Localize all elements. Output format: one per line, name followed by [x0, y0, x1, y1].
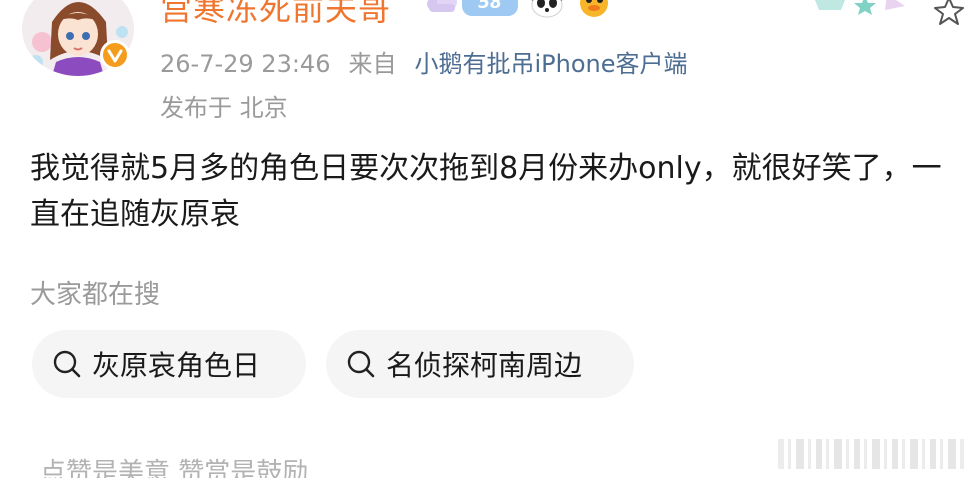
source-prefix: 来自	[348, 50, 397, 78]
duck-badge-icon	[575, 0, 613, 22]
username[interactable]: 宫寒冻死前夫哥	[160, 0, 391, 30]
post-datetime: 26-7-29 23:46	[160, 50, 331, 78]
trending-search-title: 大家都在搜	[30, 280, 161, 310]
search-pill-label: 灰原哀角色日	[92, 349, 261, 382]
verified-v-icon	[100, 40, 130, 70]
decoration-stars-icon	[815, 0, 915, 20]
post-location: 发布于 北京	[160, 94, 288, 122]
search-pill-label: 名侦探柯南周边	[386, 349, 583, 382]
search-pill-1[interactable]: 灰原哀角色日	[32, 330, 306, 398]
cloud-badge-icon	[425, 0, 459, 20]
search-icon	[346, 349, 376, 379]
footer-text: 点赞是美意 赞赏是鼓励	[40, 458, 309, 478]
post-text: 我觉得就5月多的角色日要次次拖到8月份来办only，就很好笑了，一直在追随灰原哀	[30, 151, 942, 232]
level-badge: 58	[462, 0, 518, 16]
search-icon	[52, 349, 82, 379]
search-pill-2[interactable]: 名侦探柯南周边	[326, 330, 634, 398]
star-icon[interactable]	[932, 0, 966, 30]
weibo-post: 宫寒冻死前夫哥 58 26-7-29 23:46 来自 小鹅有批吊iPhone客…	[0, 0, 974, 478]
panda-badge-icon	[528, 0, 566, 22]
watermark-bars-icon	[778, 437, 968, 475]
client-link[interactable]: 小鹅有批吊iPhone客户端	[414, 50, 687, 78]
post-meta: 26-7-29 23:46 来自 小鹅有批吊iPhone客户端	[160, 44, 687, 79]
